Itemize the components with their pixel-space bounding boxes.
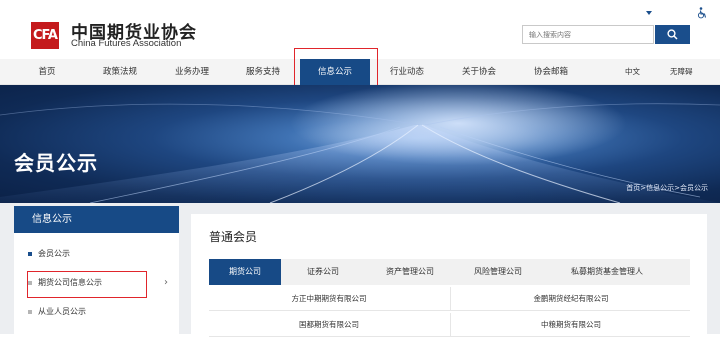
breadcrumb[interactable]: 首页>信息公示>会员公示 xyxy=(626,183,708,193)
table-row: 方正中期期货有限公司 金鹏期货经纪有限公司 xyxy=(209,287,690,311)
tab-securities-companies[interactable]: 证券公司 xyxy=(287,259,359,285)
nav-item-policy[interactable]: 政策法规 xyxy=(90,59,150,85)
tab-asset-management[interactable]: 资产管理公司 xyxy=(369,259,451,285)
member-link[interactable]: 方正中期期货有限公司 xyxy=(209,287,449,311)
nav-item-home[interactable]: 首页 xyxy=(22,59,72,85)
main-panel: 普通会员 期货公司 证券公司 资产管理公司 风险管理公司 私募期货基金管理人 方… xyxy=(191,214,707,337)
chevron-down-icon xyxy=(646,11,652,15)
sidebar-item-label: 会员公示 xyxy=(38,249,70,258)
nav-item-news[interactable]: 行业动态 xyxy=(377,59,437,85)
table-row: 国都期货有限公司 中粮期货有限公司 xyxy=(209,313,690,337)
sidebar-highlight-box xyxy=(27,271,147,298)
nav-item-about[interactable]: 关于协会 xyxy=(449,59,509,85)
banner-title: 会员公示 xyxy=(14,151,98,175)
nav-item-business[interactable]: 业务办理 xyxy=(162,59,222,85)
page-title: 普通会员 xyxy=(209,230,258,244)
sidebar-item-practitioner-notice[interactable]: 从业人员公示 xyxy=(14,300,179,324)
bullet-icon xyxy=(28,310,32,314)
logo-glyph: CFA xyxy=(33,28,58,43)
tab-private-fund-managers[interactable]: 私募期货基金管理人 xyxy=(547,259,667,285)
chevron-right-icon: › xyxy=(164,277,168,288)
member-link[interactable]: 国都期货有限公司 xyxy=(209,313,449,337)
banner-graphic xyxy=(0,85,720,203)
member-link[interactable]: 中粮期货有限公司 xyxy=(450,313,691,337)
member-link[interactable]: 金鹏期货经纪有限公司 xyxy=(450,287,691,311)
logo-title-en: China Futures Association xyxy=(71,38,182,49)
nav-item-mail[interactable]: 协会邮箱 xyxy=(520,59,582,85)
search-icon xyxy=(667,29,678,40)
nav-item-service[interactable]: 服务支持 xyxy=(233,59,293,85)
tab-futures-companies[interactable]: 期货公司 xyxy=(209,259,281,285)
tab-risk-management[interactable]: 风险管理公司 xyxy=(457,259,539,285)
sidebar-title: 信息公示 xyxy=(14,206,179,233)
cfa-logo-icon[interactable]: CFA xyxy=(31,22,59,49)
language-select[interactable]: 中文 xyxy=(625,59,640,85)
search-button[interactable] xyxy=(655,25,690,44)
hero-banner: 会员公示 首页>信息公示>会员公示 xyxy=(0,85,720,203)
wheelchair-icon[interactable] xyxy=(697,7,707,19)
category-tabs: 期货公司 证券公司 资产管理公司 风险管理公司 私募期货基金管理人 xyxy=(209,259,690,285)
sidebar-item-member-notice[interactable]: 会员公示 xyxy=(14,242,179,266)
accessibility-link[interactable]: 无障碍 xyxy=(670,59,693,85)
sidebar-item-label: 从业人员公示 xyxy=(38,307,86,316)
search-input[interactable] xyxy=(522,25,654,44)
bullet-icon xyxy=(28,252,32,256)
